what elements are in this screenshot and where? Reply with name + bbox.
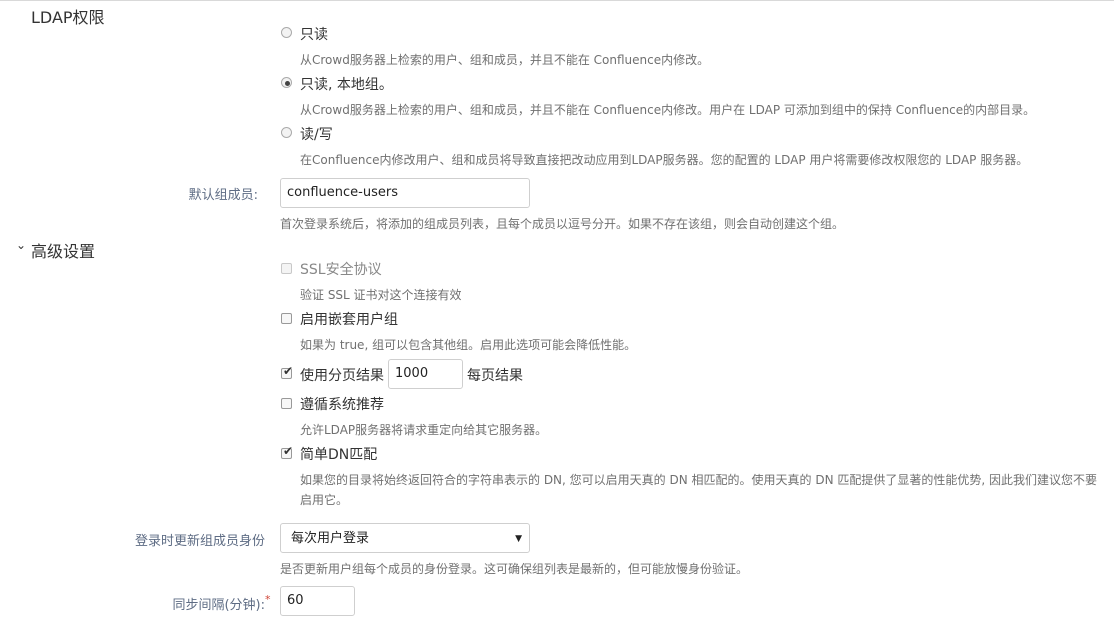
naive-dn-desc-line2: 启用它。 bbox=[300, 493, 349, 507]
paged-results-size-input[interactable]: 1000 bbox=[388, 359, 463, 389]
read-only-local-groups-label[interactable]: 只读, 本地组。 bbox=[300, 74, 393, 94]
follow-referrals-label[interactable]: 遵循系统推荐 bbox=[300, 394, 384, 414]
sync-interval-label: 同步间隔(分钟): * bbox=[25, 593, 270, 613]
caret-down-icon: ▼ bbox=[515, 534, 522, 544]
default-groups-input[interactable]: confluence-users bbox=[280, 178, 530, 208]
read-write-desc: 在Confluence内修改用户、组和成员将导致直接把改动应用到LDAP服务器。… bbox=[300, 153, 1029, 167]
chevron-down-icon[interactable]: ⌄ bbox=[16, 238, 26, 252]
update-membership-selected: 每次用户登录 bbox=[291, 531, 370, 546]
read-only-radio[interactable] bbox=[281, 27, 292, 38]
follow-referrals-desc: 允许LDAP服务器将请求重定向给其它服务器。 bbox=[300, 423, 548, 437]
follow-referrals-checkbox[interactable] bbox=[281, 398, 292, 409]
paged-results-label[interactable]: 使用分页结果 bbox=[300, 365, 384, 385]
required-marker: * bbox=[265, 593, 271, 606]
sync-interval-input[interactable]: 60 bbox=[280, 586, 355, 616]
nested-groups-checkbox[interactable] bbox=[281, 313, 292, 324]
naive-dn-desc-line1: 如果您的目录将始终返回符合的字符串表示的 DN, 您可以启用天真的 DN 相匹配… bbox=[300, 473, 1097, 487]
paged-results-checkbox[interactable]: ✔ bbox=[281, 364, 294, 379]
ldap-permissions-title: LDAP权限 bbox=[31, 8, 105, 27]
update-membership-select[interactable]: 每次用户登录 ▼ bbox=[280, 523, 530, 553]
default-groups-desc: 首次登录系统后，将添加的组成员列表，且每个成员以逗号分开。如果不存在该组，则会自… bbox=[280, 217, 845, 231]
read-write-radio[interactable] bbox=[281, 127, 292, 138]
checkmark-icon: ✔ bbox=[283, 444, 294, 458]
read-only-label[interactable]: 只读 bbox=[300, 24, 328, 44]
ssl-label: SSL安全协议 bbox=[300, 262, 382, 278]
checkmark-icon: ✔ bbox=[283, 364, 294, 378]
advanced-settings-title[interactable]: 高级设置 bbox=[31, 238, 95, 262]
default-groups-label: 默认组成员: bbox=[188, 188, 258, 203]
read-write-label[interactable]: 读/写 bbox=[300, 124, 333, 144]
ssl-checkbox[interactable] bbox=[281, 263, 292, 274]
update-membership-desc: 是否更新用户组每个成员的身份登录。这可确保组列表是最新的，但可能放慢身份验证。 bbox=[280, 562, 749, 576]
nested-groups-label[interactable]: 启用嵌套用户组 bbox=[300, 309, 398, 329]
top-divider bbox=[0, 0, 1114, 1]
nested-groups-desc: 如果为 true, 组可以包含其他组。启用此选项可能会降低性能。 bbox=[300, 338, 637, 352]
read-only-local-groups-radio[interactable] bbox=[281, 77, 292, 88]
read-only-desc: 从Crowd服务器上检索的用户、组和成员，并且不能在 Confluence内修改… bbox=[300, 53, 710, 67]
ssl-desc: 验证 SSL 证书对这个连接有效 bbox=[300, 288, 462, 302]
naive-dn-label[interactable]: 简单DN匹配 bbox=[300, 444, 377, 464]
paged-results-suffix: 每页结果 bbox=[467, 368, 523, 384]
sync-interval-label-text: 同步间隔(分钟): bbox=[172, 598, 265, 613]
read-only-local-groups-desc: 从Crowd服务器上检索的用户、组和成员，并且不能在 Confluence内修改… bbox=[300, 103, 1036, 117]
update-membership-label: 登录时更新组成员身份 bbox=[134, 534, 265, 549]
naive-dn-checkbox[interactable]: ✔ bbox=[281, 444, 294, 459]
